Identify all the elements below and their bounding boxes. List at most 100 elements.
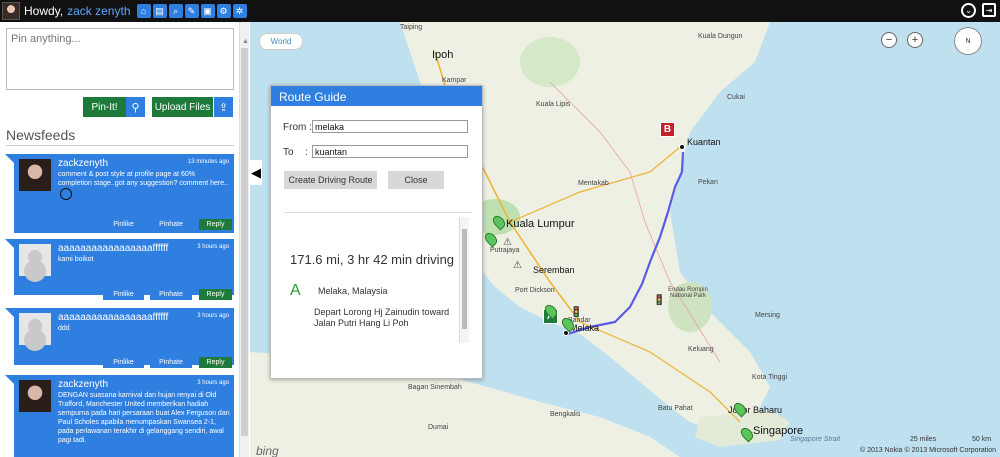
map-label: Dumai xyxy=(428,424,449,431)
scroll-thumb[interactable] xyxy=(241,48,248,436)
chat-icon[interactable]: ▤ xyxy=(152,4,167,18)
feed-author[interactable]: aaaaaaaaaaaaaaaaaffffff xyxy=(58,243,168,254)
route-guide-panel: Route Guide From : To : Create Driving R… xyxy=(270,85,483,379)
feed-author[interactable]: zackzenyth xyxy=(58,158,108,169)
smiley-icon xyxy=(60,188,72,200)
map-label: Seremban xyxy=(533,265,575,275)
route-guide-title: Route Guide xyxy=(271,86,482,106)
feed-item: aaaaaaaaaaaaaaaaaffffff 3 hours ago kami… xyxy=(5,239,234,295)
scale-miles: 25 miles xyxy=(910,436,937,443)
greeting: Howdy, xyxy=(24,4,64,18)
avatar[interactable] xyxy=(19,380,51,412)
map-label: Bagan Sinembah xyxy=(408,384,462,391)
map-label: Kuala Dungun xyxy=(698,33,743,40)
directions-list: 171.6 mi, 3 hr 42 min driving A Melaka, … xyxy=(283,216,471,344)
avatar[interactable] xyxy=(19,244,51,276)
newsfeeds-heading: Newsfeeds xyxy=(6,127,76,143)
reply-button[interactable]: Reply xyxy=(199,219,232,230)
create-driving-route-button[interactable]: Create Driving Route xyxy=(284,171,377,189)
park-area xyxy=(520,37,580,87)
pin-it-button[interactable]: Pin-It! xyxy=(83,97,126,117)
scale-km: 50 km xyxy=(972,436,992,443)
sidebar: Pin-It! ⚲ Upload Files ⇪ Newsfeeds zackz… xyxy=(0,22,239,457)
map-label: Kuala Lipis xyxy=(536,101,571,108)
to-label: To xyxy=(283,147,294,158)
traffic-light-icon[interactable]: 🚦 xyxy=(653,295,665,306)
logout-icon[interactable]: ⇥ xyxy=(982,3,996,17)
pinlike-button[interactable]: Pinlike xyxy=(103,357,144,368)
collapse-panel-button[interactable]: ◀ xyxy=(250,160,262,185)
pinhate-button[interactable]: Pinhate xyxy=(150,289,192,300)
scroll-thumb[interactable] xyxy=(462,229,467,329)
to-colon: : xyxy=(305,147,308,158)
user-avatar[interactable] xyxy=(2,2,20,20)
feed-time: 13 minutes ago xyxy=(187,159,229,165)
from-label: From : xyxy=(283,122,312,133)
bing-logo: bing xyxy=(256,444,279,457)
map-label: Ipoh xyxy=(432,49,454,61)
map-label: Kota Tinggi xyxy=(752,374,788,381)
waypoint-letter: A xyxy=(290,282,301,299)
map-label: Putrajaya xyxy=(490,247,520,254)
map-label: Kuantan xyxy=(687,137,721,147)
edit-icon[interactable]: ✎ xyxy=(184,4,199,18)
feed-body: ddd xyxy=(58,325,70,332)
divider xyxy=(6,145,234,146)
location-pin-icon[interactable]: ⚲ xyxy=(126,97,145,117)
feed-author[interactable]: aaaaaaaaaaaaaaaaaffffff xyxy=(58,312,168,323)
map-label: Cukai xyxy=(727,94,745,101)
map-label: Batu Pahat xyxy=(658,405,693,412)
feed-time: 3 hours ago xyxy=(197,313,229,319)
gear-icon[interactable]: ✲ xyxy=(232,4,247,18)
top-bar: Howdy, zack zenyth ⌂ ▤ ⌕ ✎ ▣ ⚙ ✲ ⌄ ⇥ xyxy=(0,0,1000,22)
feed-body: kami boikot xyxy=(58,256,94,263)
traffic-light-icon[interactable]: 🚦 xyxy=(570,307,582,318)
feed-body: DENGAN suasana karnival dan hujan renyai… xyxy=(58,392,230,444)
feed-time: 3 hours ago xyxy=(197,380,229,386)
map-label: Mersing xyxy=(755,312,780,319)
pinhate-button[interactable]: Pinhate xyxy=(150,219,192,230)
gallery-icon[interactable]: ▣ xyxy=(200,4,215,18)
sidebar-scrollbar[interactable]: ▲ xyxy=(239,22,249,457)
traffic-incident-icon[interactable]: ⚠ xyxy=(503,237,512,248)
route-summary: 171.6 mi, 3 hr 42 min driving xyxy=(290,252,455,267)
feed-item: zackzenyth 3 hours ago DENGAN suasana ka… xyxy=(5,375,234,457)
reply-button[interactable]: Reply xyxy=(199,289,232,300)
world-button[interactable]: World xyxy=(259,33,303,50)
map-label: Kampar xyxy=(442,77,467,84)
avatar[interactable] xyxy=(19,159,51,191)
settings-icon[interactable]: ⚙ xyxy=(216,4,231,18)
zoom-out-button[interactable]: − xyxy=(881,32,897,48)
map-label: Endau Rompin National Park xyxy=(668,287,708,299)
feed-body: comment & post style at profile page at … xyxy=(58,170,230,200)
route-end-marker[interactable]: B xyxy=(660,122,675,137)
upload-files-button[interactable]: Upload Files xyxy=(152,97,213,117)
upload-icon[interactable]: ⇪ xyxy=(214,97,233,117)
pinhate-button[interactable]: Pinhate xyxy=(150,357,192,368)
compass-control[interactable]: N xyxy=(954,27,982,55)
map-label: Pekan xyxy=(698,179,718,186)
waypoint-dot xyxy=(679,144,685,150)
zoom-in-button[interactable]: + xyxy=(907,32,923,48)
from-input[interactable] xyxy=(312,120,468,133)
reply-button[interactable]: Reply xyxy=(199,357,232,368)
traffic-incident-icon[interactable]: ⚠ xyxy=(513,260,522,271)
home-icon[interactable]: ⌂ xyxy=(136,4,151,18)
pinlike-button[interactable]: Pinlike xyxy=(103,289,144,300)
pinlike-button[interactable]: Pinlike xyxy=(103,219,144,230)
map-label: Taiping xyxy=(400,24,423,31)
map-label: Kuala Lumpur xyxy=(506,218,575,230)
map-label: Mentakab xyxy=(578,180,609,187)
directions-scrollbar[interactable] xyxy=(459,217,469,343)
divider xyxy=(284,212,472,213)
avatar[interactable] xyxy=(19,313,51,345)
feed-author[interactable]: zackzenyth xyxy=(58,379,108,390)
scroll-up-icon[interactable]: ▲ xyxy=(242,38,249,45)
copyright-text: © 2013 Nokia © 2013 Microsoft Corporatio… xyxy=(860,447,996,454)
search-icon[interactable]: ⌕ xyxy=(168,4,183,18)
pin-input[interactable] xyxy=(6,28,234,90)
close-button[interactable]: Close xyxy=(388,171,444,189)
username-link[interactable]: zack zenyth xyxy=(67,4,130,18)
to-input[interactable] xyxy=(312,145,468,158)
chevron-down-icon[interactable]: ⌄ xyxy=(961,3,976,18)
